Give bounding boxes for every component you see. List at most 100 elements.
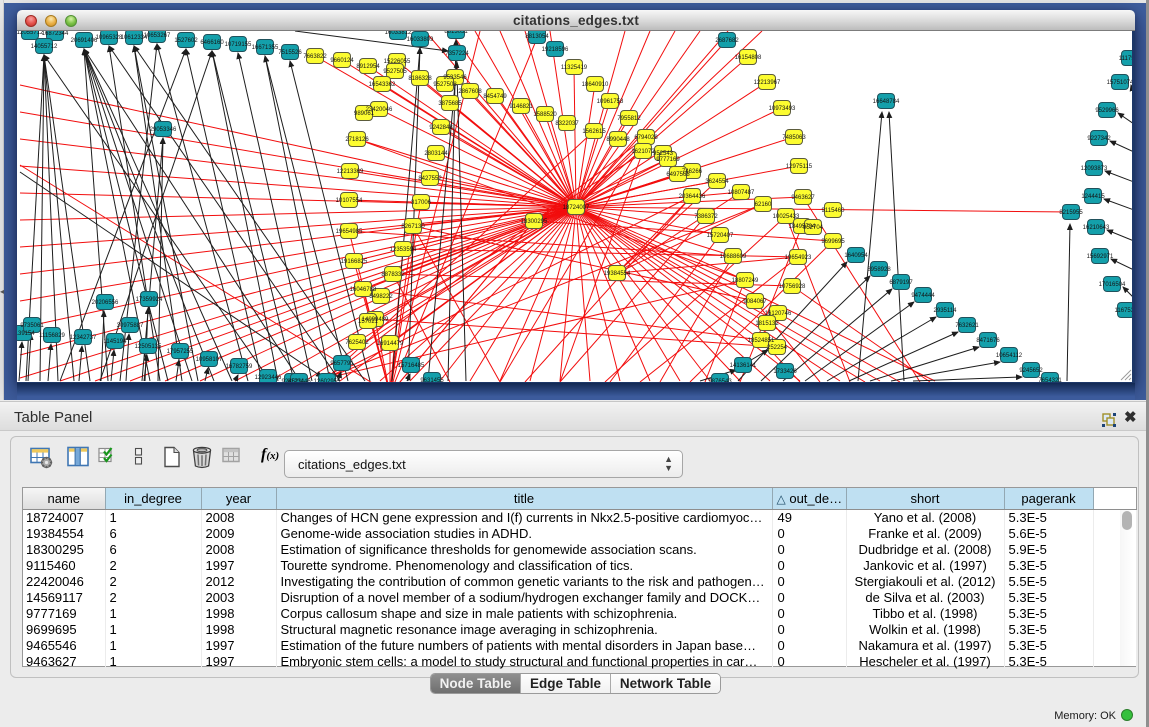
- svg-text:952704: 952704: [803, 225, 824, 231]
- svg-text:18524851: 18524851: [748, 338, 775, 344]
- svg-text:10961758: 10961758: [597, 99, 624, 105]
- svg-text:1733426: 1733426: [773, 369, 797, 375]
- svg-text:15692971: 15692971: [1087, 254, 1114, 260]
- svg-text:10025433: 10025433: [773, 214, 800, 220]
- svg-text:19654985: 19654985: [336, 229, 363, 235]
- svg-text:12353594: 12353594: [390, 247, 417, 253]
- svg-text:8267130: 8267130: [401, 224, 425, 230]
- svg-text:317006: 317006: [411, 200, 432, 206]
- svg-text:9227342: 9227342: [1087, 136, 1111, 142]
- svg-text:18300295: 18300295: [521, 219, 548, 225]
- svg-text:1167533: 1167533: [1115, 308, 1132, 314]
- svg-text:15720407: 15720407: [707, 233, 734, 239]
- svg-text:1244415: 1244415: [1081, 194, 1105, 200]
- svg-text:12055712: 12055712: [17, 31, 44, 36]
- svg-text:6794028: 6794028: [634, 135, 658, 141]
- svg-text:8427552: 8427552: [418, 176, 442, 182]
- svg-text:7485063: 7485063: [782, 135, 806, 141]
- svg-text:19218596: 19218596: [542, 47, 569, 53]
- svg-text:15751074: 15751074: [1107, 80, 1132, 86]
- svg-text:7625402: 7625402: [345, 340, 369, 346]
- svg-text:2687682: 2687682: [715, 38, 739, 44]
- svg-text:10958107: 10958107: [196, 357, 223, 363]
- svg-text:3498222: 3498222: [369, 294, 393, 300]
- svg-text:9657791: 9657791: [330, 361, 354, 367]
- svg-text:12213369: 12213369: [337, 169, 364, 175]
- svg-text:8215955: 8215955: [1059, 210, 1083, 216]
- svg-text:19384554: 19384554: [604, 271, 631, 277]
- svg-text:7386372: 7386372: [694, 214, 718, 220]
- svg-text:9474444: 9474444: [911, 293, 935, 299]
- svg-text:8322037: 8322037: [555, 121, 579, 127]
- svg-text:1145194: 1145194: [104, 339, 128, 345]
- svg-text:1527602: 1527602: [174, 38, 198, 44]
- svg-text:16154808: 16154808: [735, 55, 762, 61]
- svg-text:1621072: 1621072: [631, 149, 655, 155]
- svg-text:1588520: 1588520: [533, 112, 557, 118]
- svg-text:7663822: 7663822: [303, 54, 327, 60]
- svg-text:6466160: 6466160: [200, 40, 224, 46]
- svg-text:7632621: 7632621: [955, 323, 979, 329]
- svg-text:16033809: 16033809: [407, 37, 434, 43]
- svg-text:252254: 252254: [767, 345, 788, 351]
- svg-text:12505135: 12505135: [135, 344, 162, 350]
- svg-text:7955812: 7955812: [617, 116, 641, 122]
- svg-text:8990448: 8990448: [606, 137, 630, 143]
- svg-text:9527508: 9527508: [433, 82, 457, 88]
- svg-text:14055712: 14055712: [31, 44, 58, 50]
- svg-text:16033812: 16033812: [385, 31, 412, 36]
- svg-text:8123446: 8123446: [287, 379, 311, 382]
- svg-text:9245652: 9245652: [1019, 368, 1043, 374]
- svg-text:10654112: 10654112: [996, 353, 1023, 359]
- svg-text:1815132: 1815132: [755, 321, 779, 327]
- svg-text:9463627: 9463627: [791, 195, 815, 201]
- svg-text:10965328: 10965328: [96, 35, 123, 41]
- svg-text:6879197: 6879197: [889, 280, 913, 286]
- svg-text:62160: 62160: [755, 202, 772, 208]
- svg-text:157021: 157021: [358, 319, 379, 325]
- svg-text:9529966: 9529966: [1095, 108, 1119, 114]
- svg-text:16914479: 16914479: [377, 341, 404, 347]
- svg-text:16648784: 16648784: [873, 99, 900, 105]
- svg-text:1640954: 1640954: [844, 253, 868, 259]
- svg-text:1117534: 1117534: [1119, 56, 1132, 62]
- svg-text:29053346: 29053346: [150, 127, 177, 133]
- svg-text:20206556: 20206556: [92, 300, 119, 306]
- svg-text:18807249: 18807249: [732, 278, 759, 284]
- svg-text:12093873: 12093873: [1081, 166, 1108, 172]
- svg-text:3875685: 3875685: [438, 101, 462, 107]
- svg-text:8912954: 8912954: [356, 64, 380, 70]
- svg-text:12975115: 12975115: [786, 164, 813, 170]
- svg-text:7654321: 7654321: [1038, 378, 1062, 382]
- svg-text:9084067: 9084067: [743, 299, 767, 305]
- svg-text:9876543: 9876543: [708, 379, 732, 382]
- svg-text:16210643: 16210643: [1083, 225, 1110, 231]
- svg-text:16671355: 16671355: [252, 45, 279, 51]
- svg-text:19166825: 19166825: [341, 259, 368, 265]
- svg-text:12602955: 12602955: [314, 379, 341, 382]
- svg-text:7515526: 7515526: [278, 50, 302, 56]
- svg-text:11156829: 11156829: [39, 333, 65, 339]
- svg-text:9631455: 9631455: [420, 378, 444, 382]
- svg-text:16782759: 16782759: [226, 364, 253, 370]
- svg-text:19654923: 19654923: [785, 255, 812, 261]
- svg-text:9242848: 9242848: [429, 125, 453, 131]
- svg-text:12213967: 12213967: [754, 80, 781, 86]
- svg-text:10719155: 10719155: [225, 42, 252, 48]
- svg-text:20691406: 20691406: [71, 38, 98, 44]
- svg-text:10107554: 10107554: [336, 198, 363, 204]
- svg-text:18724007: 18724007: [563, 205, 590, 211]
- svg-text:2935114: 2935114: [934, 308, 958, 314]
- svg-text:12342737: 12342737: [70, 335, 97, 341]
- svg-text:8813051: 8813051: [444, 31, 468, 35]
- svg-text:8186328: 8186328: [408, 76, 432, 82]
- svg-text:8813054: 8813054: [525, 34, 549, 40]
- svg-text:9777169: 9777169: [656, 157, 680, 163]
- svg-text:17957255: 17957255: [167, 349, 194, 355]
- svg-text:9735061: 9735061: [20, 323, 44, 329]
- svg-text:9139154: 9139154: [17, 331, 35, 337]
- svg-text:10756928: 10756928: [779, 284, 806, 290]
- svg-text:9660124: 9660124: [330, 58, 354, 64]
- svg-text:2803144: 2803144: [424, 151, 448, 157]
- svg-text:16046788: 16046788: [350, 287, 377, 293]
